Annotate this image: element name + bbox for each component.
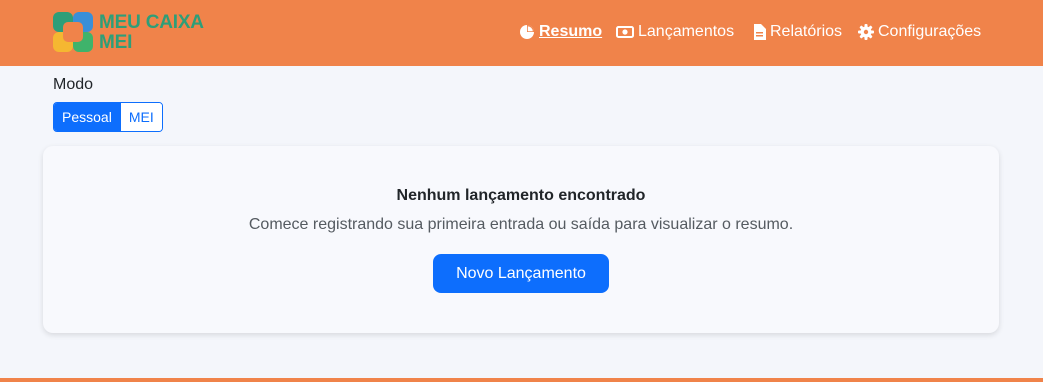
cash-icon <box>616 26 634 38</box>
nav-item-label: Resumo <box>539 23 603 40</box>
brand-name[interactable]: MEU CAIXA MEI <box>99 13 204 53</box>
empty-state-subtitle: Comece registrando sua primeira entrada … <box>248 216 794 233</box>
nav-item-lancamentos[interactable]: Lançamentos <box>616 22 734 42</box>
top-navbar: MEU CAIXA MEI Resumo Lançamentos Relatór… <box>0 0 1043 66</box>
nav-item-label: Configurações <box>878 23 982 40</box>
empty-state-title: Nenhum lançamento encontrado <box>396 187 646 204</box>
mode-option-pessoal[interactable]: Pessoal <box>54 103 120 131</box>
brand-line-2: MEI <box>99 32 133 53</box>
empty-state-card: Nenhum lançamento encontrado Comece regi… <box>43 146 999 333</box>
nav-item-label: Lançamentos <box>638 23 735 40</box>
nav-item-label: Relatórios <box>770 23 843 40</box>
new-entry-button[interactable]: Novo Lançamento <box>433 254 609 293</box>
brand-line-1: MEU CAIXA <box>99 12 204 33</box>
nav-item-configuracoes[interactable]: Configurações <box>858 22 981 42</box>
app-logo-icon <box>53 12 93 52</box>
mode-option-mei[interactable]: MEI <box>119 103 162 131</box>
nav-item-relatorios[interactable]: Relatórios <box>753 22 842 42</box>
file-text-icon <box>754 24 766 40</box>
gear-icon <box>858 24 874 40</box>
nav-item-resumo[interactable]: Resumo <box>519 22 602 42</box>
mode-label: Modo <box>53 76 94 93</box>
mode-toggle: Pessoal MEI <box>53 102 163 132</box>
footer-divider <box>0 378 1043 382</box>
pie-chart-icon <box>520 25 534 39</box>
